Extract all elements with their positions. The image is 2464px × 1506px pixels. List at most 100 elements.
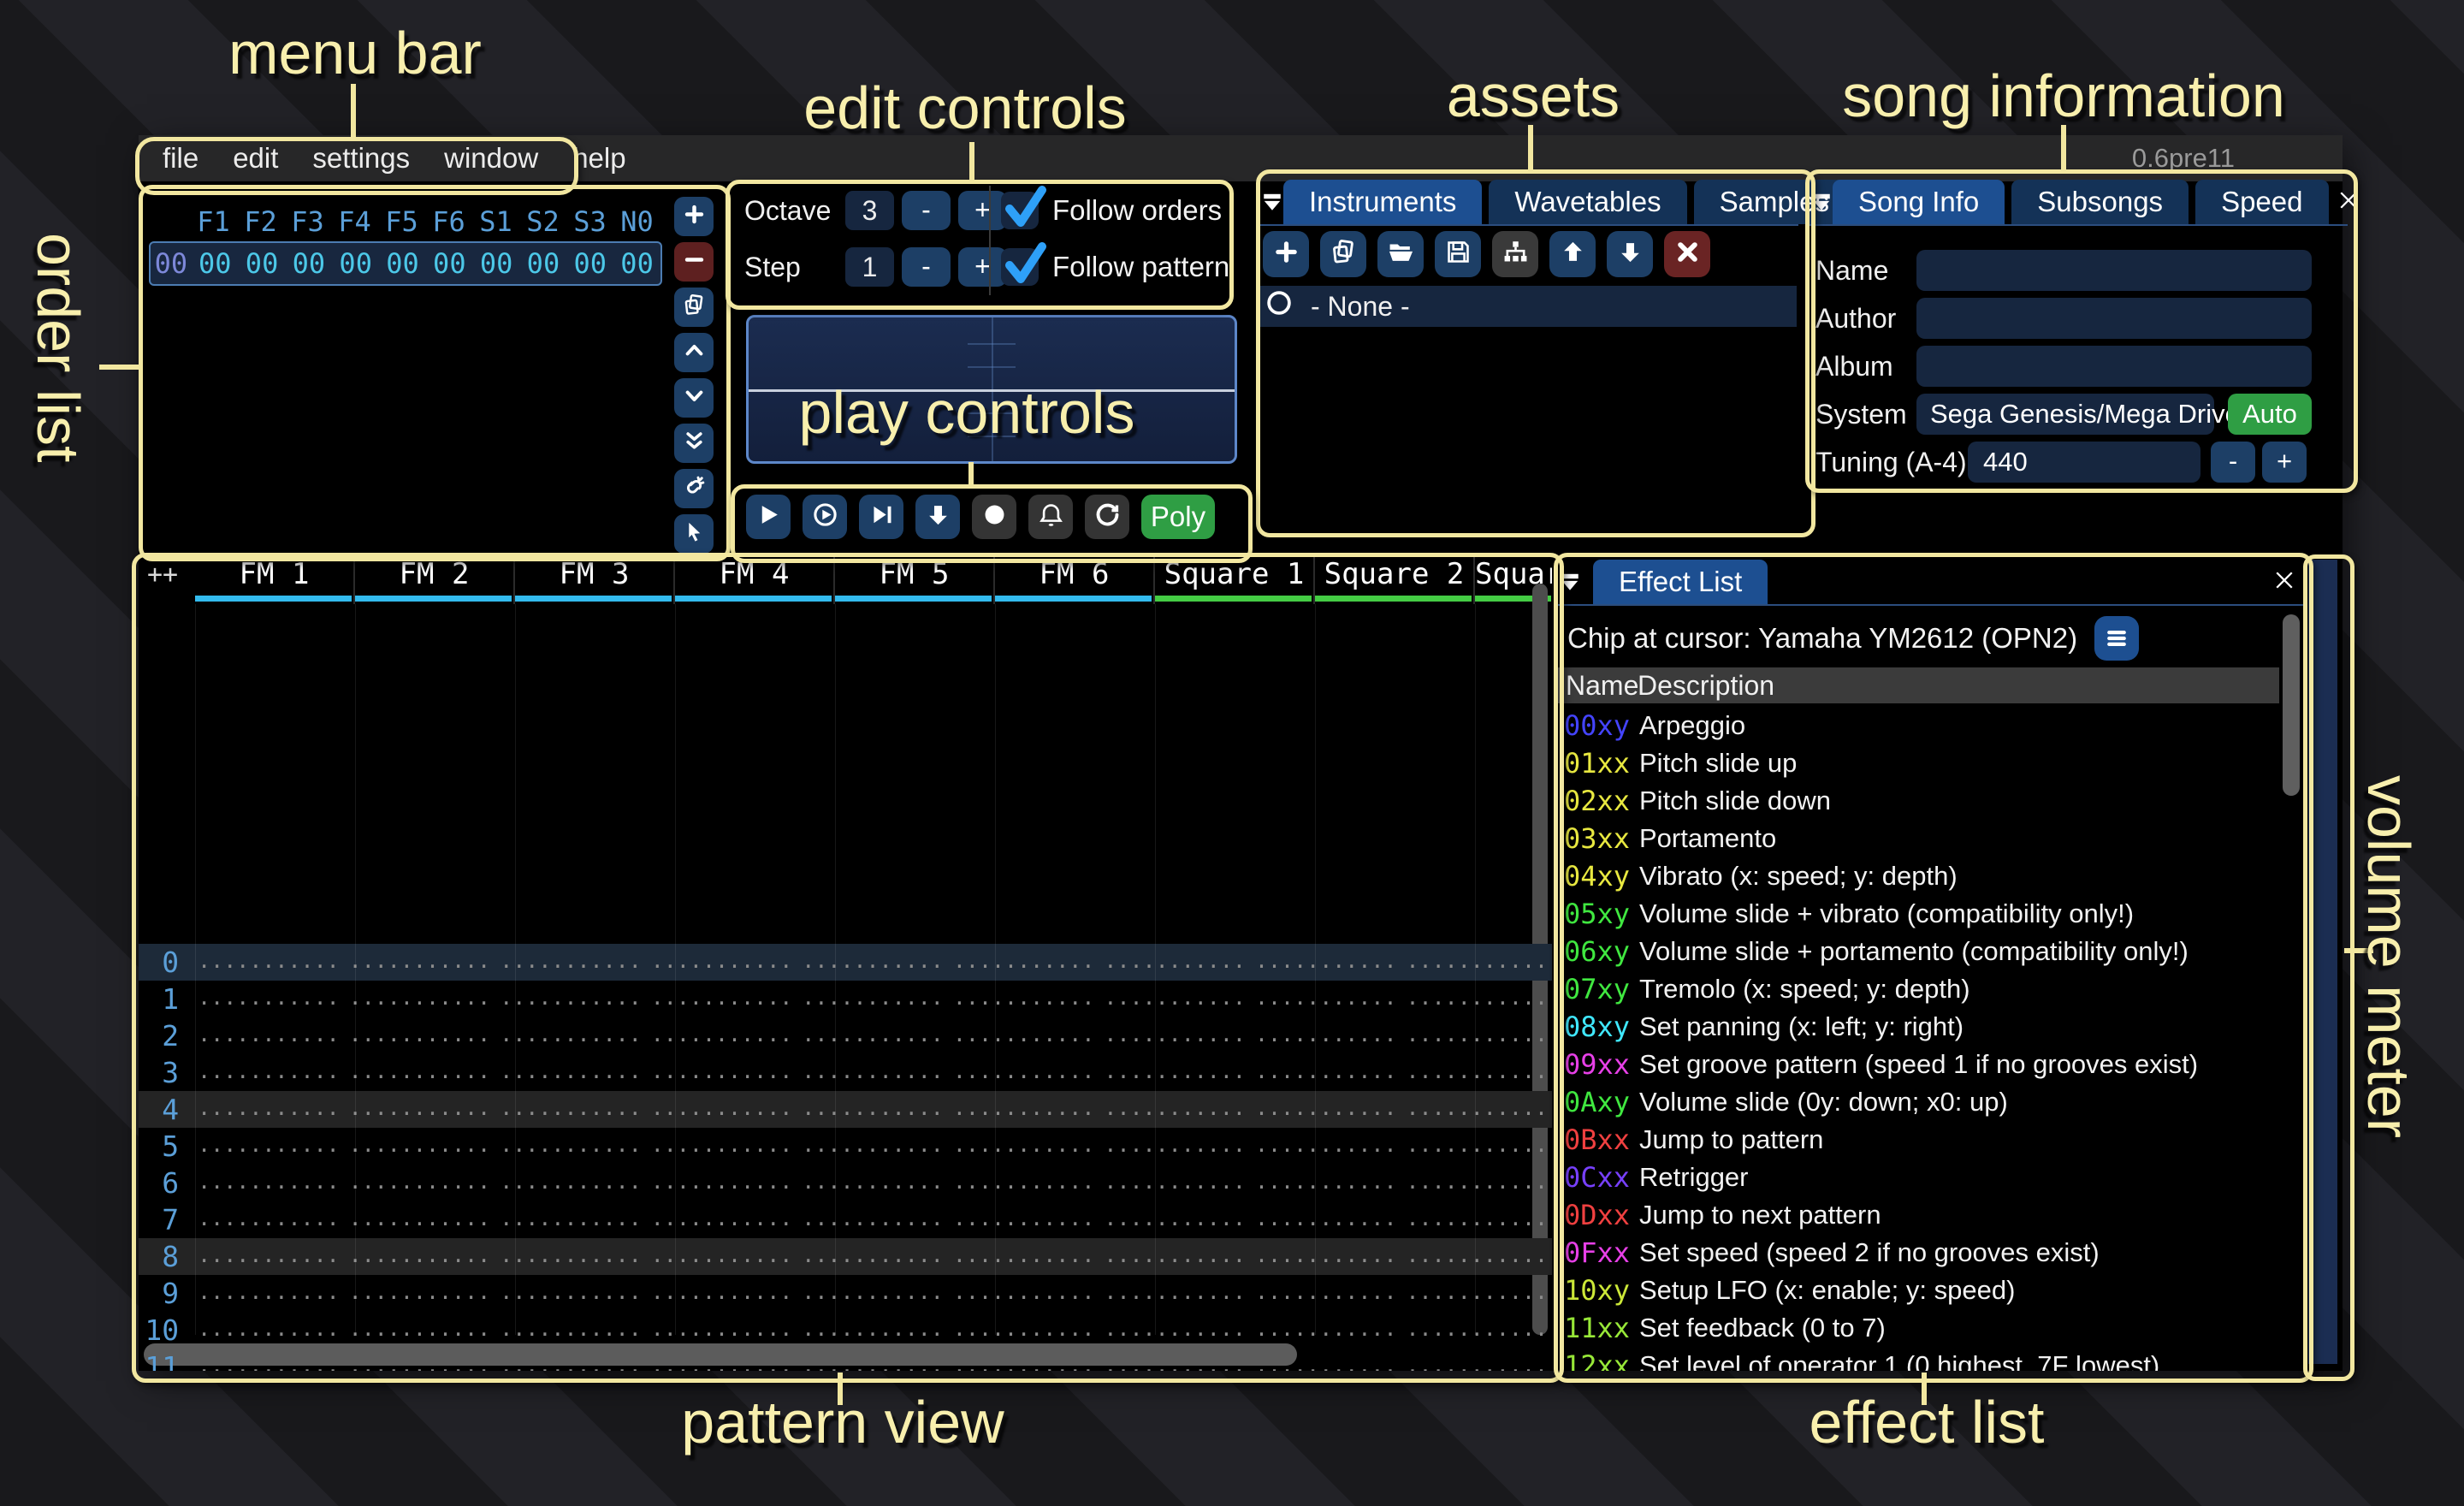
assets-arrow-down-button[interactable] (1607, 231, 1653, 277)
step-button[interactable] (859, 495, 903, 539)
pattern-cell[interactable]: ............ (797, 1165, 948, 1201)
pattern-cell[interactable]: ............ (1401, 1091, 1552, 1128)
effect-list-menu-button[interactable] (2094, 616, 2139, 661)
record-button[interactable] (972, 495, 1016, 539)
pattern-row-3[interactable]: 3.......................................… (139, 1054, 1552, 1091)
pattern-cell[interactable]: ............ (797, 1054, 948, 1091)
collapse-icon[interactable] (1807, 180, 1833, 224)
pattern-cell[interactable]: ............ (948, 1201, 1099, 1238)
tab-wavetables[interactable]: Wavetables (1489, 180, 1686, 224)
effect-item-01xx[interactable]: 01xxPitch slide up (1557, 744, 2279, 782)
pattern-cell[interactable]: ............ (495, 1017, 646, 1054)
channel-header-square-1[interactable]: Square 1 (1155, 554, 1315, 604)
pattern-cell[interactable]: ............ (495, 1054, 646, 1091)
effect-item-05xy[interactable]: 05xyVolume slide + vibrato (compatibilit… (1557, 895, 2279, 933)
pattern-cell[interactable]: ............ (192, 1312, 344, 1349)
channel-header-fm-2[interactable]: FM 2 (355, 554, 515, 604)
effect-item-0Axy[interactable]: 0AxyVolume slide (0y: down; x0: up) (1557, 1083, 2279, 1121)
assets-delete-button[interactable] (1664, 231, 1710, 277)
pattern-cell[interactable]: ............ (344, 944, 495, 981)
pattern-cell[interactable]: ............ (646, 1275, 797, 1312)
channel-header-fm-4[interactable]: FM 4 (675, 554, 835, 604)
pattern-row-9[interactable]: 9.......................................… (139, 1275, 1552, 1312)
album-input[interactable] (1916, 346, 2312, 387)
pattern-cell[interactable]: ............ (646, 1201, 797, 1238)
pattern-cell[interactable]: ............ (1099, 1054, 1250, 1091)
pattern-cell[interactable]: ............ (797, 1017, 948, 1054)
menu-item-window[interactable]: window (427, 142, 555, 175)
effect-item-12xx[interactable]: 12xxSet level of operator 1 (0 highest, … (1557, 1347, 2279, 1371)
pattern-cell[interactable]: ............ (192, 1017, 344, 1054)
auto-system-button[interactable]: Auto (2228, 394, 2312, 435)
pattern-cell[interactable]: ............ (1099, 1349, 1250, 1371)
pattern-cell[interactable]: ............ (495, 1275, 646, 1312)
pattern-cell[interactable]: ............ (1401, 1054, 1552, 1091)
pattern-row-1[interactable]: 1.......................................… (139, 981, 1552, 1017)
poly-toggle-button[interactable]: Poly (1141, 495, 1215, 539)
pattern-cell[interactable]: ............ (1250, 1201, 1401, 1238)
order-cell-0[interactable]: 00 (192, 247, 239, 280)
pattern-cell[interactable]: ............ (646, 981, 797, 1017)
order-duplicate-button[interactable] (674, 288, 714, 327)
pattern-cell[interactable]: ............ (495, 981, 646, 1017)
assets-duplicate-button[interactable] (1320, 231, 1366, 277)
step-minus-button[interactable]: - (902, 247, 951, 287)
pattern-cell[interactable]: ............ (344, 1238, 495, 1275)
pattern-cell[interactable]: ............ (192, 1201, 344, 1238)
effect-item-11xx[interactable]: 11xxSet feedback (0 to 7) (1557, 1309, 2279, 1347)
pattern-cell[interactable]: ............ (495, 1238, 646, 1275)
effect-item-0Cxx[interactable]: 0CxxRetrigger (1557, 1159, 2279, 1196)
assets-add-button[interactable] (1263, 231, 1309, 277)
pattern-cell[interactable]: ............ (1099, 981, 1250, 1017)
pattern-cell[interactable]: ............ (1099, 1165, 1250, 1201)
pattern-cell[interactable]: ............ (797, 1275, 948, 1312)
pattern-cell[interactable]: ............ (1401, 1165, 1552, 1201)
effect-item-10xy[interactable]: 10xySetup LFO (x: enable; y: speed) (1557, 1272, 2279, 1309)
pattern-cell[interactable]: ............ (797, 1091, 948, 1128)
pattern-cell[interactable]: ............ (1099, 1238, 1250, 1275)
tuning-plus-button[interactable]: + (2262, 442, 2307, 483)
pattern-cell[interactable]: ............ (192, 1091, 344, 1128)
tuning-input[interactable]: 440 (1968, 442, 2200, 483)
follow-orders-checkbox[interactable] (1001, 192, 1039, 229)
pattern-cell[interactable]: ............ (192, 981, 344, 1017)
pattern-cell[interactable]: ............ (948, 1238, 1099, 1275)
pattern-cell[interactable]: ............ (344, 1312, 495, 1349)
pattern-cell[interactable]: ............ (1099, 1128, 1250, 1165)
pattern-cell[interactable]: ............ (192, 1165, 344, 1201)
octave-plus-button[interactable]: + (958, 191, 1007, 230)
pattern-cell[interactable]: ............ (192, 1275, 344, 1312)
pattern-cell[interactable]: ............ (948, 1091, 1099, 1128)
order-cell-6[interactable]: 00 (473, 247, 520, 280)
pattern-cell[interactable]: ............ (1250, 981, 1401, 1017)
effect-item-07xy[interactable]: 07xyTremolo (x: speed; y: depth) (1557, 970, 2279, 1008)
menu-item-help[interactable]: help (555, 142, 643, 175)
effect-item-0Bxx[interactable]: 0BxxJump to pattern (1557, 1121, 2279, 1159)
pattern-cell[interactable]: ............ (646, 1128, 797, 1165)
assets-arrow-up-button[interactable] (1549, 231, 1596, 277)
pattern-cell[interactable]: ............ (344, 1017, 495, 1054)
pattern-expand-button[interactable]: ++ (139, 554, 195, 604)
collapse-icon[interactable] (1555, 560, 1593, 604)
pattern-cell[interactable]: ............ (1250, 1275, 1401, 1312)
order-cell-4[interactable]: 00 (379, 247, 426, 280)
pattern-cell[interactable]: ............ (344, 981, 495, 1017)
pattern-cell[interactable]: ............ (1401, 944, 1552, 981)
channel-header-fm-6[interactable]: FM 6 (995, 554, 1155, 604)
pattern-cell[interactable]: ............ (1250, 1165, 1401, 1201)
pattern-cell[interactable]: ............ (646, 1091, 797, 1128)
channel-header-fm-3[interactable]: FM 3 (515, 554, 675, 604)
pattern-cell[interactable]: ............ (344, 1128, 495, 1165)
pattern-cell[interactable]: ............ (1401, 1275, 1552, 1312)
order-add-button[interactable] (674, 197, 714, 236)
channel-header-fm-1[interactable]: FM 1 (195, 554, 355, 604)
pattern-row-10[interactable]: 10......................................… (139, 1312, 1552, 1349)
pattern-cell[interactable]: ............ (495, 1091, 646, 1128)
pattern-cell[interactable]: ............ (192, 1238, 344, 1275)
pattern-cell[interactable]: ............ (192, 1349, 344, 1371)
effect-item-09xx[interactable]: 09xxSet groove pattern (speed 1 if no gr… (1557, 1046, 2279, 1083)
pattern-cell[interactable]: ............ (797, 1128, 948, 1165)
pattern-row-11[interactable]: 11......................................… (139, 1349, 1552, 1371)
pattern-cell[interactable]: ............ (948, 1054, 1099, 1091)
pattern-cell[interactable]: ............ (1401, 1238, 1552, 1275)
